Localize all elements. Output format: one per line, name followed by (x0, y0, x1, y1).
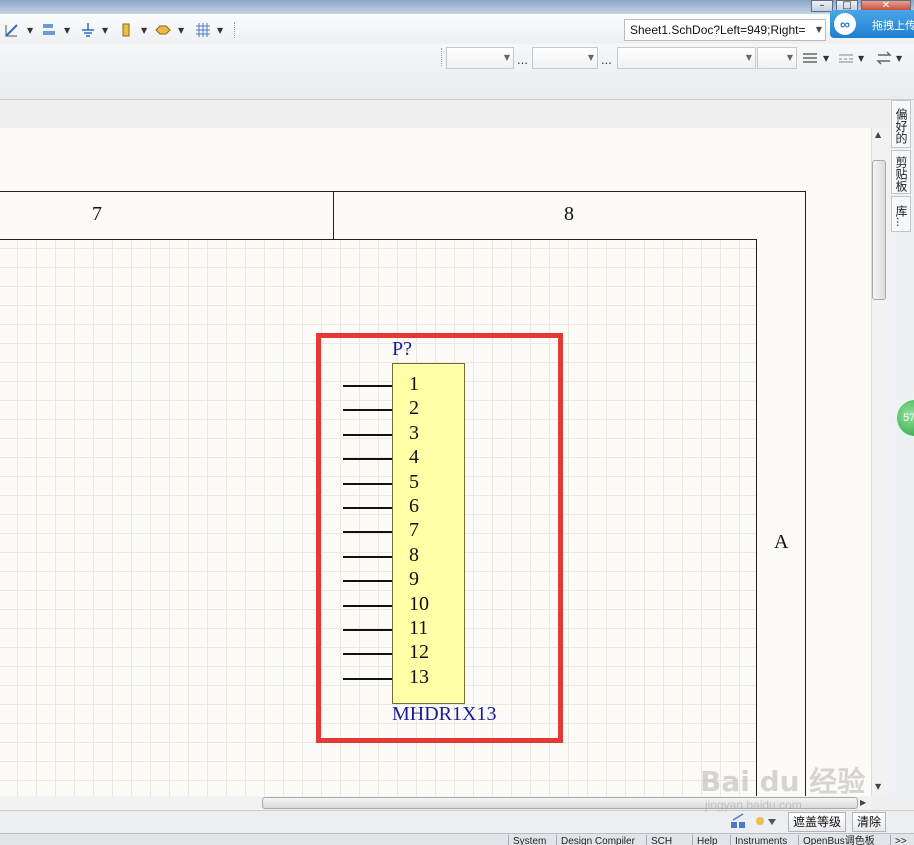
pin-number: 9 (409, 568, 419, 591)
chevron-down-icon[interactable]: ▼ (102, 26, 108, 35)
status-tab-help[interactable]: Help (692, 835, 730, 845)
scroll-up-arrow[interactable]: ▲ (875, 130, 881, 139)
chevron-down-icon: ▼ (815, 25, 822, 34)
cloud-upload-label: 拖拽上传 (872, 20, 914, 32)
font-combo[interactable]: ▼ (446, 47, 514, 69)
document-combo[interactable]: Sheet1.SchDoc?Left=949;Right= ▼ (624, 19, 826, 41)
chevron-down-icon: ▼ (587, 53, 594, 62)
minimize-button[interactable]: – (811, 0, 833, 12)
filter-icon[interactable] (754, 813, 782, 829)
zone-label-a: A (774, 531, 789, 553)
status-tab-sch[interactable]: SCH (646, 835, 692, 845)
pin-line[interactable] (343, 433, 392, 436)
clear-button[interactable]: 清除 (852, 812, 887, 832)
chevron-down-icon[interactable]: ▼ (64, 26, 70, 35)
chevron-down-icon: ▼ (786, 53, 793, 62)
scroll-down-arrow[interactable]: ▼ (875, 782, 881, 791)
pin-number: 10 (409, 592, 429, 615)
schematic-canvas[interactable]: 7 8 A P? 1 2 3 4 5 6 7 8 9 10 11 12 13 MHDR1X13 (0, 128, 871, 796)
title-bar (0, 0, 914, 14)
component-tool-icon[interactable] (118, 22, 134, 38)
align-tool-icon[interactable] (41, 22, 57, 38)
pin-line[interactable] (343, 629, 392, 631)
pin-line[interactable] (343, 507, 392, 509)
dash-style-icon[interactable] (838, 52, 854, 64)
toolbar-separator (234, 22, 236, 38)
pin-number: 2 (409, 397, 419, 420)
cloud-upload-widget[interactable]: ∞ 拖拽上传 (830, 10, 914, 38)
component-designator[interactable]: P? (392, 338, 412, 361)
side-tab-library[interactable]: 库... (891, 196, 911, 232)
chevron-down-icon[interactable]: ▼ (858, 54, 864, 63)
pin-number: 5 (409, 470, 419, 493)
style-combo[interactable]: ▼ (617, 47, 756, 69)
app-window: – □ ✕ ▼ ▼ ▼ ▼ ▼ ▼ Sheet1.SchDoc?Left=949… (0, 0, 914, 845)
more-options-1[interactable]: ... (517, 52, 528, 67)
width-combo[interactable]: ▼ (757, 47, 797, 69)
pin-number: 1 (409, 373, 419, 395)
pin-number: 11 (409, 617, 429, 639)
chevron-down-icon[interactable]: ▼ (217, 26, 223, 35)
watermark-logo: Bai du 经验 (700, 765, 866, 798)
pin-number: 7 (409, 519, 419, 542)
size-combo[interactable]: ▼ (532, 47, 598, 69)
pin-line[interactable] (343, 555, 392, 558)
status-tab-design-compiler[interactable]: Design Compiler (556, 835, 646, 845)
pin-number: 12 (409, 641, 429, 664)
chevron-down-icon: ▼ (503, 53, 510, 62)
side-tab-favorites[interactable]: 偏好的 (891, 100, 911, 148)
zone-label-7: 7 (92, 203, 102, 225)
more-options-2[interactable]: ... (601, 52, 612, 67)
status-tab-more[interactable]: >> (890, 835, 914, 845)
toolbar-separator (441, 48, 443, 66)
chevron-down-icon[interactable]: ▼ (27, 26, 33, 35)
chevron-down-icon[interactable]: ▼ (823, 54, 829, 63)
chevron-down-icon[interactable]: ▼ (141, 26, 147, 35)
mask-level-button[interactable]: 遮盖等级 (788, 812, 847, 832)
pin-number: 13 (409, 665, 429, 688)
side-tab-clipboard[interactable]: 剪贴板 (891, 150, 911, 194)
pin-number: 8 (409, 543, 419, 566)
pin-number: 4 (409, 446, 419, 469)
pin-line[interactable] (343, 677, 392, 680)
port-tool-icon[interactable] (155, 22, 171, 38)
cloud-icon: ∞ (834, 13, 856, 35)
line-style-icon[interactable] (802, 52, 818, 64)
pin-line[interactable] (343, 482, 392, 485)
component-comment[interactable]: MHDR1X13 (392, 703, 496, 726)
vertical-scroll-thumb[interactable] (872, 160, 886, 300)
ground-power-icon[interactable] (80, 22, 96, 38)
swap-arrows-icon[interactable] (876, 50, 892, 66)
pin-line[interactable] (343, 531, 392, 534)
pin-line[interactable] (343, 604, 392, 607)
pin-number: 3 (409, 421, 419, 444)
pin-line[interactable] (343, 385, 392, 387)
pin-line[interactable] (343, 653, 392, 656)
chevron-down-icon: ▼ (745, 53, 752, 62)
status-tab-instruments[interactable]: Instruments (730, 835, 798, 845)
status-tab-openbus[interactable]: OpenBus调色板 (798, 835, 890, 845)
pin-line[interactable] (343, 580, 392, 583)
grid-tool-icon[interactable] (195, 22, 211, 38)
chevron-down-icon[interactable]: ▼ (896, 54, 902, 63)
chevron-down-icon[interactable]: ▼ (178, 26, 184, 35)
pin-line[interactable] (343, 409, 392, 412)
watermark-url: jingyan.baidu.com (705, 798, 802, 812)
document-combo-value: Sheet1.SchDoc?Left=949;Right= (630, 23, 806, 37)
zone-divider (333, 191, 334, 239)
status-tab-system[interactable]: System (508, 835, 556, 845)
zone-label-8: 8 (564, 203, 574, 225)
pin-line[interactable] (343, 458, 392, 461)
mask-icon[interactable] (730, 813, 746, 829)
wire-tool-icon[interactable] (4, 22, 20, 38)
pin-number: 6 (409, 495, 419, 517)
